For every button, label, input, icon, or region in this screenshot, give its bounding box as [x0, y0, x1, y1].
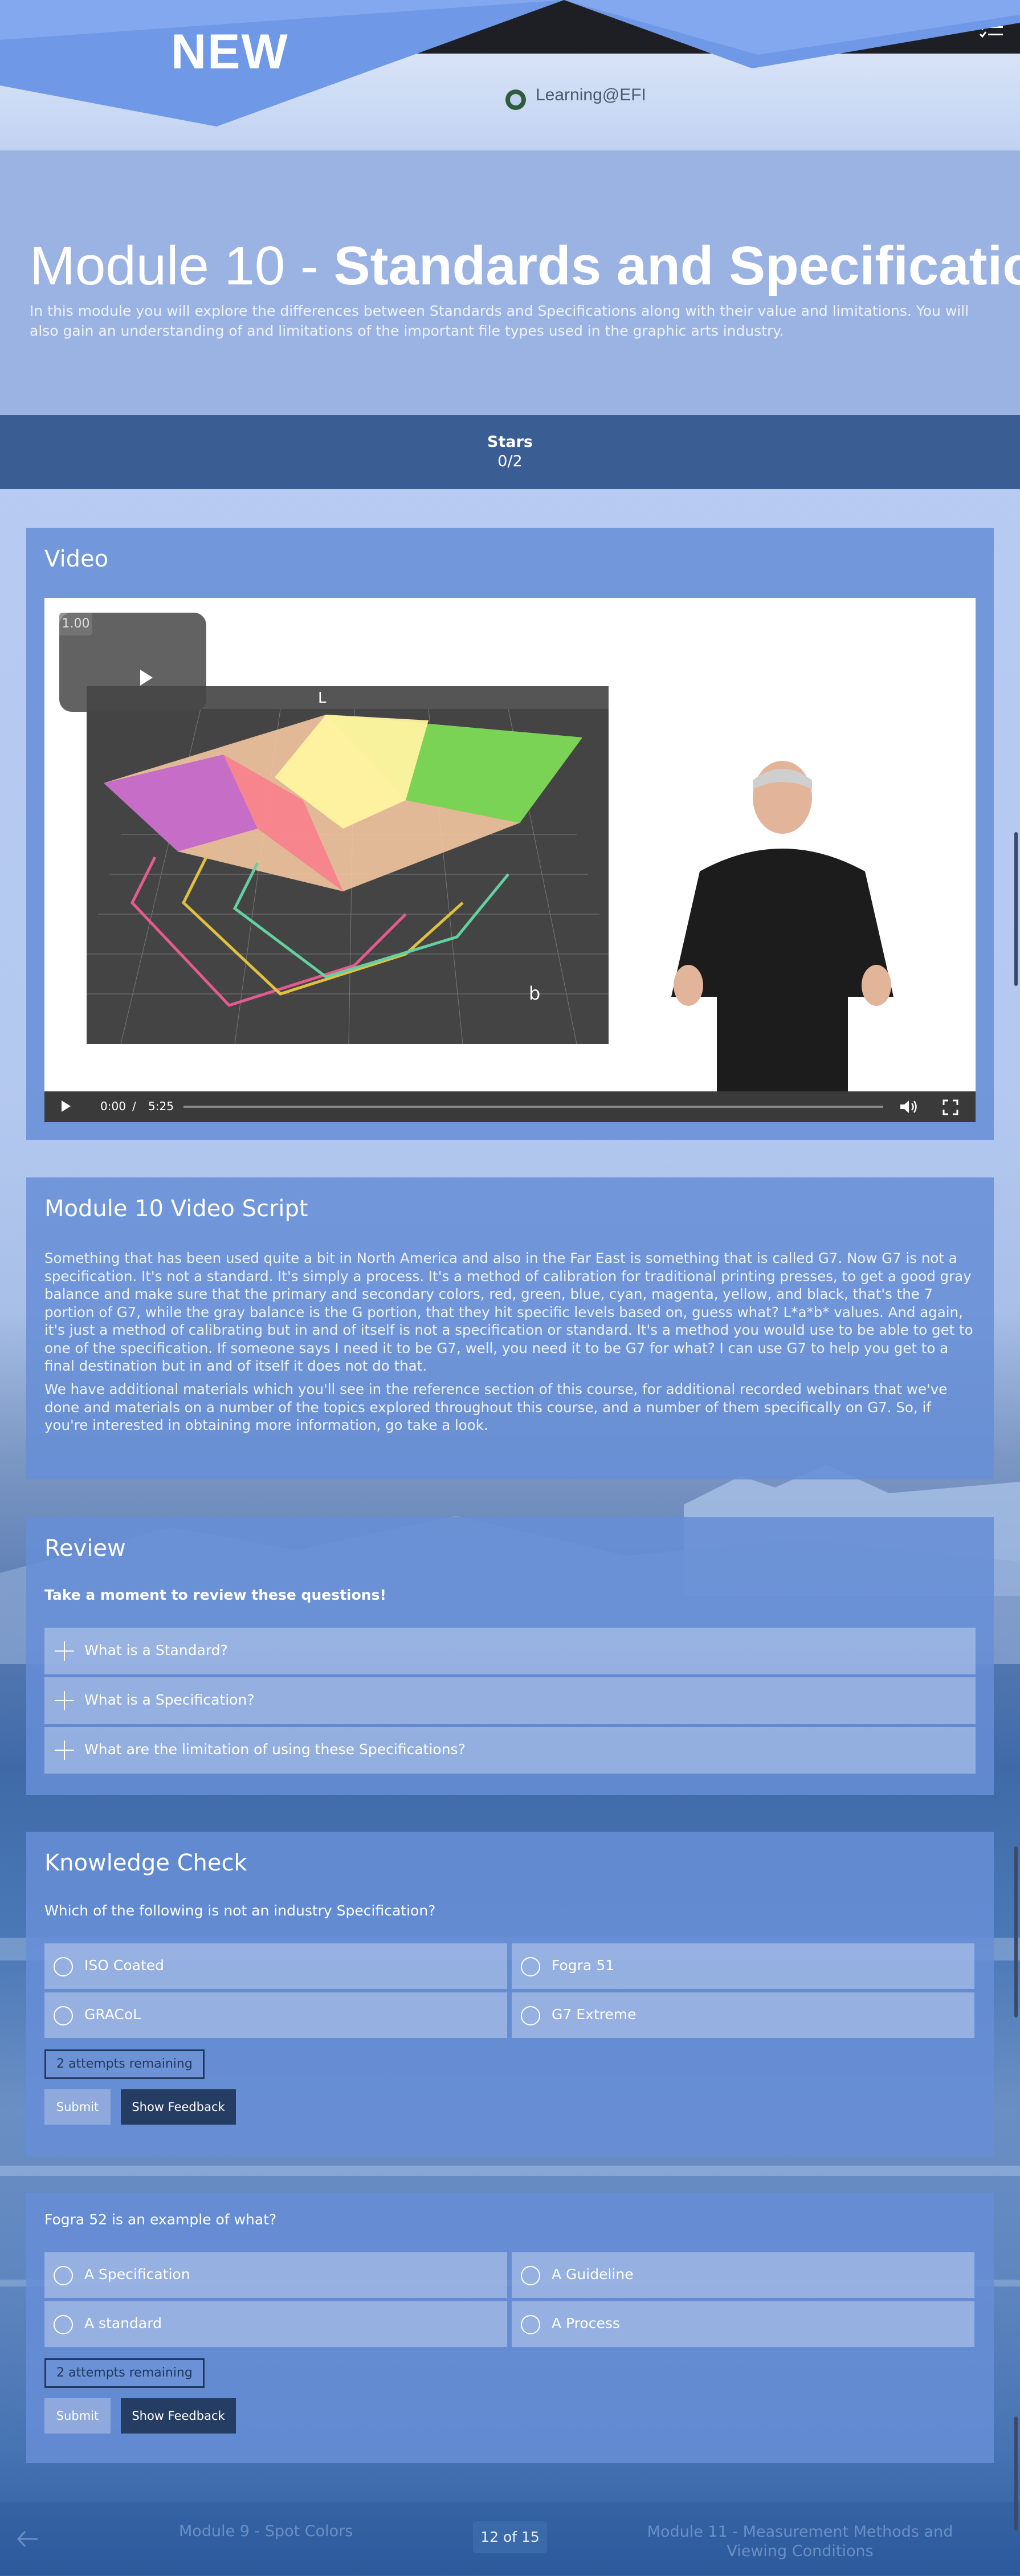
answer-label: A Guideline [552, 2266, 634, 2282]
answer-label: GRACoL [84, 2006, 141, 2023]
attempts-remaining: 2 attempts remaining [44, 2049, 205, 2079]
script-paragraph-2: We have additional materials which you'l… [44, 1381, 948, 1433]
question-prompt: Fogra 52 is an example of what? [44, 2211, 277, 2228]
plus-icon [55, 1691, 74, 1710]
video-script-panel: Module 10 Video Script Something that ha… [26, 1177, 994, 1479]
efi-logo-icon [505, 89, 526, 110]
previous-module-link[interactable]: Module 9 - Spot Colors [179, 2522, 353, 2540]
current-time: 0:00 [100, 1099, 126, 1113]
presenter-figure [671, 761, 893, 1122]
radio-icon [521, 2315, 540, 2334]
arrow-left-icon[interactable] [16, 2529, 39, 2549]
accordion-label: What is a Specification? [84, 1691, 255, 1708]
answer-option[interactable]: ISO Coated [44, 1943, 507, 1989]
radio-icon [521, 1957, 540, 1976]
scrollbar-thumb-2[interactable] [1014, 1847, 1018, 2017]
video-player[interactable]: L b 1.00 0:00 / 5:25 [44, 598, 976, 1122]
answer-label: ISO Coated [84, 1957, 164, 1974]
radio-icon [54, 2315, 73, 2334]
next-module-link[interactable]: Module 11 - Measurement Methods and View… [629, 2522, 971, 2561]
seek-bar[interactable] [183, 1106, 883, 1108]
video-panel: Video L b 1.00 0:00 / 5:25 [26, 528, 994, 1140]
radio-icon [54, 1957, 73, 1976]
answer-label: A Process [552, 2315, 620, 2332]
module-navigation: Module 9 - Spot Colors 12 of 15 Module 1… [0, 2502, 1020, 2576]
fullscreen-icon[interactable] [943, 1099, 958, 1115]
submit-button[interactable]: Submit [44, 2398, 111, 2434]
stars-value: 0/2 [497, 453, 523, 470]
gamut-axis-b: b [529, 983, 541, 1004]
duration: 5:25 [148, 1099, 174, 1113]
scrollbar-thumb-3[interactable] [1014, 2416, 1018, 2530]
answer-option[interactable]: Fogra 51 [512, 1943, 974, 1989]
attempts-remaining: 2 attempts remaining [44, 2358, 205, 2388]
answer-option[interactable]: A standard [44, 2301, 507, 2347]
review-intro: Take a moment to review these questions! [44, 1587, 386, 1603]
show-feedback-button[interactable]: Show Feedback [121, 2398, 236, 2434]
page-title-main: Standards and Specification [333, 235, 1020, 296]
accordion-item[interactable]: What are the limitation of using these S… [44, 1727, 976, 1774]
show-feedback-button[interactable]: Show Feedback [121, 2089, 236, 2125]
plus-icon [55, 1741, 74, 1760]
answer-option[interactable]: GRACoL [44, 1992, 507, 2038]
answer-label: A standard [84, 2315, 162, 2332]
submit-button[interactable]: Submit [44, 2089, 111, 2125]
stars-label: Stars [487, 433, 533, 451]
plus-icon [55, 1641, 74, 1661]
scrollbar-thumb[interactable] [1014, 832, 1018, 986]
radio-icon [54, 2006, 73, 2025]
answer-option[interactable]: G7 Extreme [512, 1992, 974, 2038]
video-controls: 0:00 / 5:25 [44, 1091, 976, 1122]
answer-option[interactable]: A Specification [44, 2252, 507, 2298]
play-icon[interactable] [62, 1100, 71, 1112]
answer-label: G7 Extreme [552, 2006, 637, 2023]
script-paragraph-1: Something that has been used quite a bit… [44, 1250, 973, 1374]
stars-bar: Stars 0/2 [0, 415, 1020, 489]
new-banner-label: NEW [171, 25, 289, 79]
knowledge-check-panel-2: Fogra 52 is an example of what? A Specif… [26, 2193, 994, 2463]
menu-icon[interactable] [16, 19, 35, 34]
question-prompt: Which of the following is not an industr… [44, 1902, 436, 1919]
page-indicator: 12 of 15 [473, 2521, 547, 2553]
logo-text: Learning@EFI [536, 85, 646, 104]
answer-option[interactable]: A Process [512, 2301, 974, 2347]
gamut-axis-l: L [318, 690, 327, 707]
checklist-icon[interactable] [979, 16, 1004, 39]
knowledge-check-panel: Knowledge Check Which of the following i… [26, 1832, 994, 2157]
top-bar [0, 0, 1020, 54]
time-separator: / [132, 1099, 136, 1113]
logo-strip: Learning@EFI [0, 54, 1020, 150]
page-title-prefix: Module 10 - [30, 235, 334, 296]
page-title: Module 10 - Standards and Specification [30, 235, 1020, 297]
module-description: In this module you will explore the diff… [30, 303, 969, 339]
volume-icon[interactable] [899, 1099, 919, 1114]
knowledge-check-title: Knowledge Check [44, 1850, 247, 1876]
answer-label: Fogra 51 [552, 1957, 615, 1974]
review-panel: Review Take a moment to review these que… [26, 1517, 994, 1795]
bell-icon[interactable] [927, 17, 946, 36]
video-script-title: Module 10 Video Script [44, 1196, 308, 1222]
video-title: Video [44, 546, 109, 572]
accordion-label: What are the limitation of using these S… [84, 1741, 466, 1758]
answer-option[interactable]: A Guideline [512, 2252, 974, 2298]
answer-label: A Specification [84, 2266, 190, 2282]
playback-speed[interactable]: 1.00 [59, 613, 92, 635]
review-title: Review [44, 1535, 126, 1562]
gamut-diagram: L b [87, 686, 609, 1045]
play-icon [140, 670, 153, 686]
module-hero: Module 10 - Standards and Specification … [0, 150, 1020, 415]
accordion-item[interactable]: What is a Standard? [44, 1628, 976, 1674]
radio-icon [521, 2266, 540, 2285]
radio-icon [54, 2266, 73, 2285]
accordion-item[interactable]: What is a Specification? [44, 1677, 976, 1724]
accordion-label: What is a Standard? [84, 1642, 228, 1658]
radio-icon [521, 2006, 540, 2025]
